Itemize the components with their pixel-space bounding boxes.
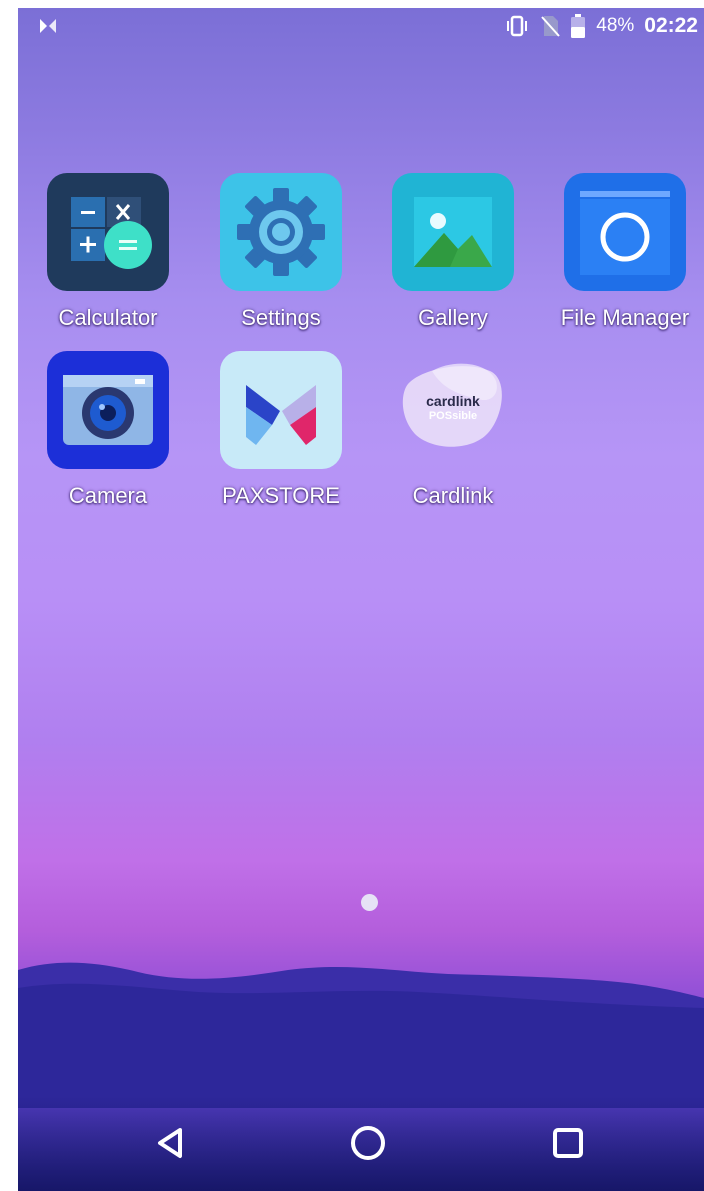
app-label: Gallery [418, 305, 488, 330]
battery-percent: 48% [596, 15, 635, 36]
app-cardlink[interactable]: cardlink POSsible Cardlink [378, 351, 528, 509]
no-sim-icon [541, 16, 560, 37]
app-label: PAXSTORE [222, 483, 340, 508]
status-bar: 48% 02:22 [18, 8, 704, 42]
folder-icon [564, 173, 686, 291]
gallery-icon [392, 173, 514, 291]
home-button[interactable] [343, 1118, 393, 1168]
home-screen: 48% 02:22 Calculator Settings Gallery Fi… [18, 8, 704, 1191]
cardlink-logo-text: cardlink [426, 393, 480, 409]
app-paxstore[interactable]: PAXSTORE [206, 351, 356, 509]
app-file-manager[interactable]: File Manager [550, 173, 700, 331]
recents-button[interactable] [543, 1118, 593, 1168]
app-label: Calculator [58, 305, 158, 330]
cardlink-logo-subtext: POSsible [428, 410, 478, 422]
navigation-bar [18, 1096, 704, 1191]
clock: 02:22 [644, 14, 698, 37]
app-label: Settings [241, 305, 321, 330]
battery-icon [571, 14, 586, 38]
status-right-group: 48% 02:22 [504, 11, 698, 41]
recents-icon [553, 1128, 583, 1158]
back-button[interactable] [146, 1118, 196, 1168]
app-gallery[interactable]: Gallery [378, 173, 528, 331]
home-icon [351, 1126, 385, 1160]
camera-icon [47, 351, 169, 469]
cardlink-icon: cardlink POSsible [392, 351, 514, 469]
pax-logo-icon [40, 19, 56, 33]
app-camera[interactable]: Camera [33, 351, 183, 509]
app-label: Cardlink [412, 483, 494, 508]
app-label: Camera [68, 483, 148, 508]
back-icon [158, 1128, 182, 1158]
wallpaper-hills [18, 962, 704, 1108]
page-indicator-dot [361, 894, 378, 911]
vibrate-icon [507, 15, 528, 37]
app-label: File Manager [560, 305, 690, 330]
app-calculator[interactable]: Calculator [33, 173, 183, 331]
gear-icon [220, 173, 342, 291]
app-settings[interactable]: Settings [206, 173, 356, 331]
paxstore-icon [220, 351, 342, 469]
calculator-icon [47, 173, 169, 291]
